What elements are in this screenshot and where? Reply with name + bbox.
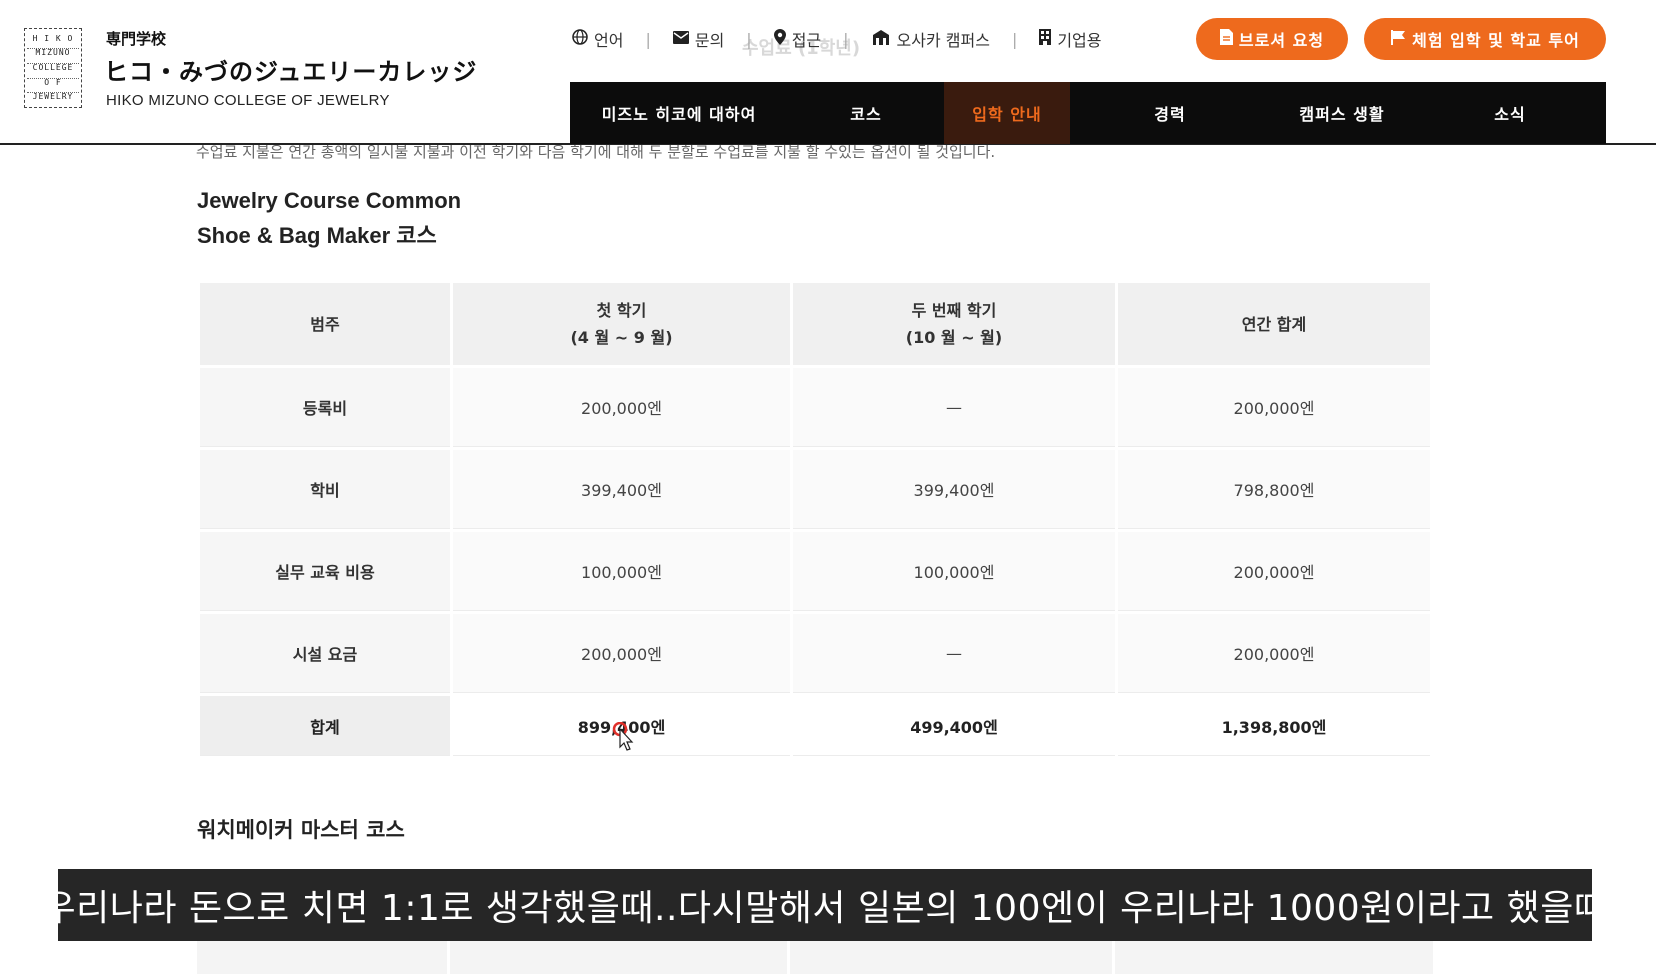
cell-second-semester: —: [793, 368, 1115, 447]
separator: |: [645, 29, 651, 49]
logo-line: JEWELRY: [27, 92, 79, 101]
nav-about[interactable]: 미즈노 히코에 대하여: [570, 82, 788, 144]
cell-second-semester: 100,000엔: [793, 532, 1115, 611]
table-row: 등록비 200,000엔 — 200,000엔: [200, 368, 1430, 447]
total-second-semester: 499,400엔: [793, 696, 1115, 756]
header-subtext: (4 월 ~ 9 월): [570, 328, 673, 347]
course-title-line: Shoe & Bag Maker 코스: [197, 223, 437, 248]
table-cell: [790, 936, 1112, 974]
access-link[interactable]: 접근: [773, 27, 822, 51]
header-text: 두 번째 학기: [911, 301, 997, 320]
cell-first-semester: 100,000엔: [453, 532, 790, 611]
trial-tour-label: 체험 입학 및 학교 투어: [1412, 31, 1580, 50]
watchmaker-course-title: 워치메이커 마스터 코스: [197, 818, 405, 842]
campus-building-icon: [871, 29, 891, 49]
nav-admissions[interactable]: 입학 안내: [944, 82, 1070, 144]
brochure-request-button[interactable]: 브로셔 요청: [1196, 18, 1348, 60]
row-category: 학비: [200, 450, 450, 529]
brand-name[interactable]: ヒコ・みづのジュエリーカレッジ: [104, 52, 477, 87]
table-cell: [450, 936, 787, 974]
table-header-row: 범주 첫 학기 (4 월 ~ 9 월) 두 번째 학기 (10 월 ~ 월) 연…: [200, 283, 1430, 365]
trial-tour-button[interactable]: 체험 입학 및 학교 투어: [1364, 18, 1606, 60]
nav-courses[interactable]: 코스: [788, 82, 944, 144]
globe-icon: [572, 29, 588, 49]
separator: |: [746, 29, 752, 49]
cell-second-semester: 399,400엔: [793, 450, 1115, 529]
utility-nav: 언어 | 문의 | 접근 | 오사카 캠퍼스 | 기업용: [572, 24, 1102, 54]
brand-name-english: HIKO MIZUNO COLLEGE OF JEWELRY: [106, 92, 390, 109]
cell-first-semester: 200,000엔: [453, 368, 790, 447]
company-building-icon: [1039, 29, 1052, 49]
flag-icon: [1390, 29, 1406, 49]
total-label: 합계: [200, 696, 450, 756]
cell-first-semester: 399,400엔: [453, 450, 790, 529]
table-row: 시설 요금 200,000엔 — 200,000엔: [200, 614, 1430, 693]
header-first-semester: 첫 학기 (4 월 ~ 9 월): [453, 283, 790, 365]
header-category: 범주: [200, 283, 450, 365]
language-link[interactable]: 언어: [572, 27, 623, 51]
cell-annual-total: 200,000엔: [1118, 614, 1430, 693]
nav-career[interactable]: 경력: [1070, 82, 1270, 144]
video-subtitle: 우리나라 돈으로 치면 1:1로 생각했을때..다시말해서 일본의 100엔이 …: [43, 869, 1607, 941]
site-header: H I K O MIZUNO COLLEGE O F JEWELRY 専門学校 …: [0, 0, 1656, 145]
brochure-request-label: 브로셔 요청: [1238, 31, 1325, 50]
next-table-partial: [197, 936, 1433, 974]
logo-line: H I K O: [32, 33, 74, 43]
header-subtext: (10 월 ~ 월): [905, 328, 1003, 347]
cell-first-semester: 200,000엔: [453, 614, 790, 693]
cell-second-semester: —: [793, 614, 1115, 693]
nav-news[interactable]: 소식: [1414, 82, 1606, 144]
corporate-link[interactable]: 기업용: [1039, 27, 1102, 51]
osaka-campus-link[interactable]: 오사카 캠퍼스: [871, 27, 990, 51]
logo-line: COLLEGE: [27, 62, 79, 72]
nav-campus-life[interactable]: 캠퍼스 생활: [1270, 82, 1414, 144]
table-row: 실무 교육 비용 100,000엔 100,000엔 200,000엔: [200, 532, 1430, 611]
row-category: 실무 교육 비용: [200, 532, 450, 611]
table-cell: [197, 936, 447, 974]
row-category: 시설 요금: [200, 614, 450, 693]
separator: |: [1011, 29, 1018, 49]
main-nav: 미즈노 히코에 대하여 코스 입학 안내 경력 캠퍼스 생활 소식: [570, 82, 1606, 144]
header-annual-total: 연간 합계: [1118, 283, 1430, 365]
language-label: 언어: [594, 31, 624, 50]
course-title-line: Jewelry Course Common: [197, 188, 462, 213]
logo-line: O F: [27, 77, 79, 87]
logo-line: MIZUNO: [27, 48, 79, 57]
location-pin-icon: [773, 29, 786, 49]
table-cell: [1115, 936, 1433, 974]
total-annual: 1,398,800엔: [1118, 696, 1430, 756]
tuition-fee-table: 범주 첫 학기 (4 월 ~ 9 월) 두 번째 학기 (10 월 ~ 월) 연…: [197, 280, 1433, 759]
table-row: 학비 399,400엔 399,400엔 798,800엔: [200, 450, 1430, 529]
header-text: 첫 학기: [596, 301, 647, 320]
college-logo[interactable]: H I K O MIZUNO COLLEGE O F JEWELRY: [24, 28, 82, 108]
mouse-cursor-icon: [612, 722, 634, 751]
cell-annual-total: 200,000엔: [1118, 532, 1430, 611]
cell-annual-total: 798,800엔: [1118, 450, 1430, 529]
corporate-label: 기업용: [1057, 31, 1102, 50]
access-label: 접근: [791, 31, 822, 50]
mail-icon: [672, 30, 689, 48]
document-icon: [1219, 29, 1233, 49]
row-category: 등록비: [200, 368, 450, 447]
total-row: 합계 899,400엔 499,400엔 1,398,800엔: [200, 696, 1430, 756]
osaka-campus-label: 오사카 캠퍼스: [896, 31, 990, 50]
course-title: Jewelry Course Common Shoe & Bag Maker 코…: [197, 183, 461, 253]
cell-annual-total: 200,000엔: [1118, 368, 1430, 447]
separator: |: [843, 29, 849, 49]
contact-label: 문의: [694, 31, 725, 50]
header-second-semester: 두 번째 학기 (10 월 ~ 월): [793, 283, 1115, 365]
contact-link[interactable]: 문의: [672, 27, 725, 51]
brand-school-type: 専門学校: [106, 30, 167, 48]
